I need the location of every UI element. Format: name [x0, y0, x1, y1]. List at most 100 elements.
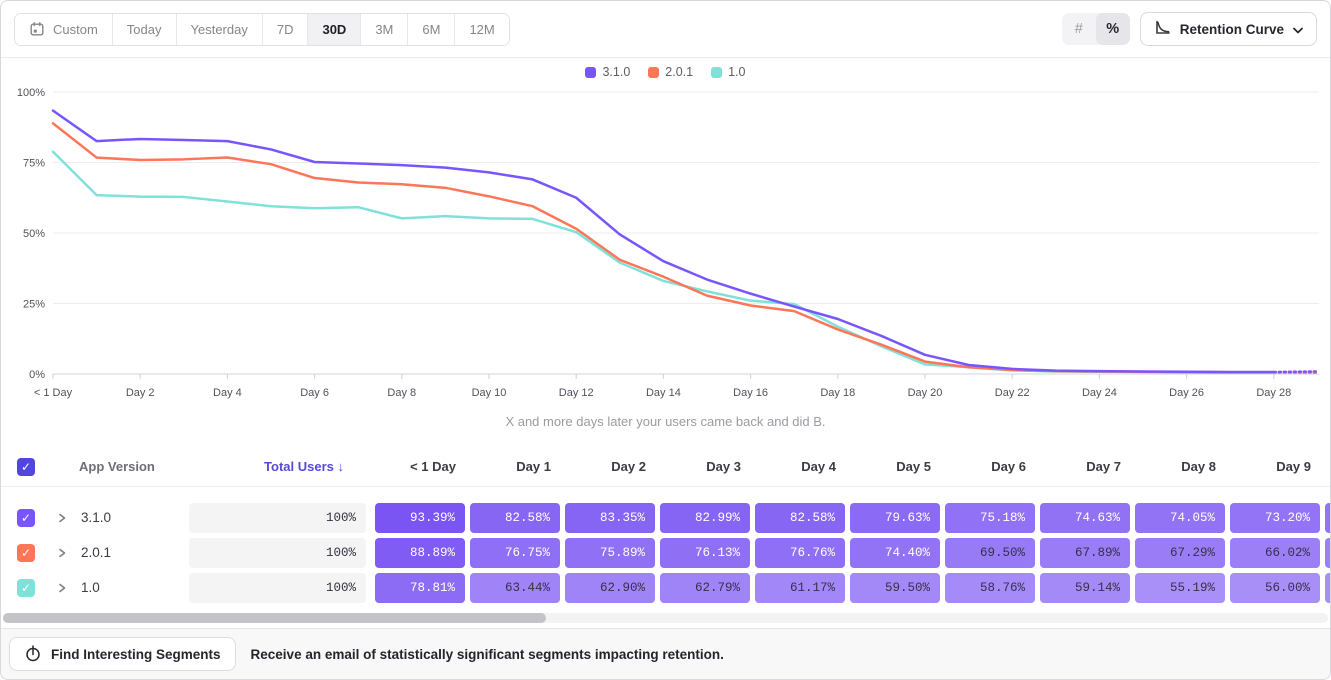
chevron-right-icon[interactable] [58, 510, 67, 531]
day-column-header: Day 1 [470, 447, 560, 487]
date-range-label: 30D [322, 22, 346, 37]
retention-cell[interactable]: 66.02% [1230, 538, 1320, 568]
retention-cell[interactable]: 75.18% [945, 503, 1035, 533]
retention-cell[interactable]: 76.13% [660, 538, 750, 568]
total-users-cell: 100% [189, 503, 366, 533]
chart-caption: X and more days later your users came ba… [1, 414, 1330, 429]
retention-cell[interactable]: 59.14% [1040, 573, 1130, 603]
retention-cell[interactable]: 59.50% [850, 573, 940, 603]
retention-cell[interactable]: 76.75% [470, 538, 560, 568]
row-label: 2.0.1 [81, 538, 111, 568]
day-column-header: Day 8 [1135, 447, 1225, 487]
total-users-sort-header[interactable]: Total Users ↓ [189, 447, 344, 487]
scrollbar-thumb[interactable] [3, 613, 546, 623]
date-range-today[interactable]: Today [113, 14, 177, 45]
chevron-right-icon[interactable] [58, 545, 67, 566]
svg-text:75%: 75% [23, 158, 45, 170]
legend-swatch [585, 67, 596, 78]
svg-text:Day 12: Day 12 [559, 387, 594, 399]
retention-cell[interactable]: 79.63% [850, 503, 940, 533]
row-checkbox[interactable]: ✓ [17, 509, 35, 527]
row-label: 1.0 [81, 573, 100, 603]
table-row-3.1.0: ✓3.1.0100%93.39%82.58%83.35%82.99%82.58%… [1, 503, 1330, 533]
retention-cell[interactable]: 82.58% [470, 503, 560, 533]
retention-cell[interactable]: 82.99% [660, 503, 750, 533]
svg-text:< 1 Day: < 1 Day [34, 387, 73, 399]
svg-text:Day 20: Day 20 [908, 387, 943, 399]
svg-text:Day 24: Day 24 [1082, 387, 1117, 399]
date-range-label: 7D [277, 22, 294, 37]
day-column-header: Day 4 [755, 447, 845, 487]
retention-cell[interactable]: 62.79% [660, 573, 750, 603]
app-version-header: App Version [79, 447, 155, 487]
day-column-header: < 1 Day [375, 447, 465, 487]
find-interesting-segments-button[interactable]: Find Interesting Segments [9, 637, 236, 671]
day-column-header: Day 7 [1040, 447, 1130, 487]
row-checkbox[interactable]: ✓ [17, 579, 35, 597]
legend-label: 3.1.0 [602, 65, 630, 79]
retention-cell[interactable]: 82.58% [755, 503, 845, 533]
toolbar-right: # % Retention Curve [1062, 12, 1317, 46]
legend-item-3.1.0[interactable]: 3.1.0 [585, 65, 630, 79]
day-column-header: Day 5 [850, 447, 940, 487]
retention-chart[interactable]: 0%25%50%75%100%< 1 DayDay 2Day 4Day 6Day… [1, 58, 1330, 403]
total-users-cell: 100% [189, 573, 366, 603]
footer-message: Receive an email of statistically signif… [251, 647, 724, 662]
svg-text:100%: 100% [17, 87, 45, 99]
retention-cell[interactable]: 76.76% [755, 538, 845, 568]
retention-cell[interactable]: 67.29% [1135, 538, 1225, 568]
retention-curve-icon [1154, 19, 1171, 39]
date-range-12m[interactable]: 12M [455, 14, 508, 45]
chart-type-label: Retention Curve [1180, 22, 1284, 37]
retention-cell[interactable]: 69.50% [945, 538, 1035, 568]
footer-bar: Find Interesting Segments Receive an ema… [1, 628, 1330, 679]
chevron-right-icon[interactable] [58, 580, 67, 601]
retention-cell[interactable]: 73.20% [1230, 503, 1320, 533]
table-header: ✓ App Version Total Users ↓ < 1 DayDay 1… [1, 447, 1330, 487]
date-range-label: 6M [422, 22, 440, 37]
day-column-header: Day 9 [1230, 447, 1320, 487]
select-all-checkbox[interactable]: ✓ [17, 458, 35, 476]
legend-item-1.0[interactable]: 1.0 [711, 65, 745, 79]
svg-text:Day 2: Day 2 [126, 387, 155, 399]
retention-cell[interactable]: 67.89% [1040, 538, 1130, 568]
date-range-30d[interactable]: 30D [308, 14, 361, 45]
date-range-7d[interactable]: 7D [263, 14, 309, 45]
table-body: ✓3.1.0100%93.39%82.58%83.35%82.99%82.58%… [1, 487, 1330, 608]
retention-cell[interactable]: 75.89% [565, 538, 655, 568]
retention-cell[interactable]: 74.40% [850, 538, 940, 568]
retention-cell[interactable]: 83.35% [565, 503, 655, 533]
date-range-label: Yesterday [191, 22, 248, 37]
retention-cell[interactable]: 56.00% [1230, 573, 1320, 603]
total-users-cell: 100% [189, 538, 366, 568]
retention-cell[interactable]: 63.44% [470, 573, 560, 603]
retention-cell[interactable]: 61.17% [755, 573, 845, 603]
date-range-label: Custom [53, 22, 98, 37]
date-range-3m[interactable]: 3M [361, 14, 408, 45]
row-checkbox[interactable]: ✓ [17, 544, 35, 562]
retention-cell[interactable]: 74.05% [1135, 503, 1225, 533]
date-range-custom[interactable]: Custom [15, 14, 113, 45]
retention-cell[interactable]: 93.39% [375, 503, 465, 533]
svg-text:0%: 0% [29, 369, 45, 381]
date-range-label: 12M [469, 22, 494, 37]
retention-cell[interactable]: 78.81% [375, 573, 465, 603]
format-percent-option[interactable]: % [1096, 13, 1130, 45]
legend-label: 1.0 [728, 65, 745, 79]
svg-text:Day 16: Day 16 [733, 387, 768, 399]
date-range-6m[interactable]: 6M [408, 14, 455, 45]
retention-cell[interactable]: 58.76% [945, 573, 1035, 603]
day-column-header: Day 3 [660, 447, 750, 487]
date-range-label: 3M [375, 22, 393, 37]
horizontal-scrollbar [1, 608, 1330, 628]
format-number-option[interactable]: # [1062, 13, 1096, 45]
retention-cell[interactable]: 74.63% [1040, 503, 1130, 533]
legend-swatch [711, 67, 722, 78]
date-range-yesterday[interactable]: Yesterday [177, 14, 263, 45]
chart-section: 0%25%50%75%100%< 1 DayDay 2Day 4Day 6Day… [1, 58, 1330, 447]
retention-cell[interactable]: 62.90% [565, 573, 655, 603]
retention-cell[interactable]: 55.19% [1135, 573, 1225, 603]
chart-type-dropdown[interactable]: Retention Curve [1140, 12, 1317, 46]
retention-cell[interactable]: 88.89% [375, 538, 465, 568]
legend-item-2.0.1[interactable]: 2.0.1 [648, 65, 693, 79]
